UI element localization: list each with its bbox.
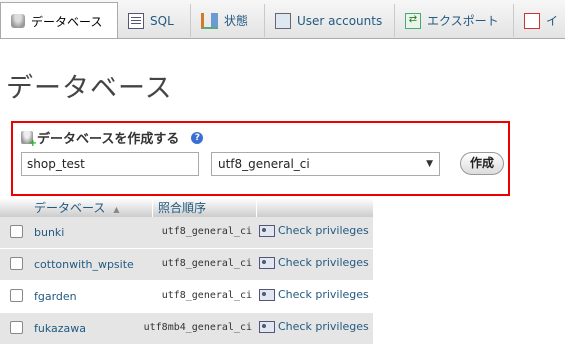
collation-value: utf8_general_ci: [161, 226, 252, 237]
header-collation[interactable]: 照合順序: [158, 199, 206, 216]
check-privileges-label: Check privileges: [278, 320, 369, 333]
sort-ascending-icon: ▲: [113, 205, 120, 214]
check-privileges-label: Check privileges: [278, 224, 369, 237]
row-checkbox[interactable]: [10, 289, 23, 302]
create-database-legend-text: データベースを作成する: [37, 132, 180, 147]
check-privileges-link[interactable]: Check privileges: [259, 256, 369, 269]
collation-selected-value: utf8_general_ci: [218, 157, 310, 171]
tab-export[interactable]: ⇄ エクスポート: [395, 4, 514, 37]
row-checkbox[interactable]: [10, 225, 23, 238]
table-row: fgarden utf8_general_ci Check privileges: [0, 281, 373, 313]
sql-icon: [128, 12, 144, 29]
check-privileges-link[interactable]: Check privileges: [259, 320, 369, 333]
database-link[interactable]: cottonwith_wpsite: [34, 258, 134, 271]
column-divider: [256, 198, 257, 217]
tab-label: エクスポート: [427, 14, 499, 28]
header-database[interactable]: データベース ▲: [34, 199, 120, 216]
privileges-icon: [259, 288, 275, 301]
table-row: cottonwith_wpsite utf8_general_ci Check …: [0, 249, 373, 281]
database-icon: [11, 14, 25, 28]
row-checkbox[interactable]: [10, 257, 23, 270]
database-name-input[interactable]: [21, 152, 199, 176]
check-privileges-label: Check privileges: [278, 288, 369, 301]
privileges-icon: [259, 224, 275, 237]
tab-label: イ: [546, 14, 559, 28]
tab-import[interactable]: イ: [514, 4, 565, 37]
row-checkbox[interactable]: [10, 321, 23, 334]
create-database-legend: データベースを作成する ?: [21, 128, 204, 149]
collation-select[interactable]: utf8_general_ci ▼: [211, 152, 440, 176]
tab-label: User accounts: [297, 13, 383, 28]
check-privileges-link[interactable]: Check privileges: [259, 224, 369, 237]
collation-value: utf8mb4_general_ci: [143, 322, 252, 333]
database-link[interactable]: fukazawa: [34, 322, 86, 335]
status-icon: [201, 12, 218, 29]
collation-value: utf8_general_ci: [161, 290, 252, 301]
new-database-icon: [21, 131, 37, 149]
tab-label: SQL: [150, 13, 174, 28]
table-row: fukazawa utf8mb4_general_ci Check privil…: [0, 313, 373, 345]
tab-label: データベース: [31, 14, 103, 29]
tab-sql[interactable]: SQL: [118, 4, 191, 37]
create-button[interactable]: 作成: [460, 152, 504, 175]
export-icon: ⇄: [405, 12, 421, 29]
tab-status[interactable]: 状態: [191, 4, 265, 37]
database-link[interactable]: bunki: [34, 226, 64, 239]
tab-label: 状態: [224, 14, 249, 28]
page-title: データベース: [6, 73, 173, 104]
collation-value: utf8_general_ci: [161, 258, 252, 269]
table-header: データベース ▲ 照合順序: [0, 198, 373, 217]
tab-databases[interactable]: データベース: [0, 2, 118, 38]
database-table: データベース ▲ 照合順序 bunki utf8_general_ci Check…: [0, 198, 373, 345]
top-tab-bar: データベース SQL 状態 User accounts ⇄ エクスポート イ: [0, 0, 565, 39]
column-divider: [152, 198, 153, 217]
dropdown-arrow-icon: ▼: [426, 159, 433, 169]
check-privileges-label: Check privileges: [278, 256, 369, 269]
user-accounts-icon: [275, 12, 291, 29]
privileges-icon: [259, 320, 275, 333]
help-icon[interactable]: ?: [191, 131, 204, 144]
import-icon: [524, 12, 540, 29]
table-row: bunki utf8_general_ci Check privileges: [0, 217, 373, 249]
database-link[interactable]: fgarden: [34, 290, 77, 303]
create-database-form: データベースを作成する ? utf8_general_ci ▼ 作成: [11, 121, 510, 196]
check-privileges-link[interactable]: Check privileges: [259, 288, 369, 301]
header-database-label: データベース: [34, 201, 106, 215]
privileges-icon: [259, 256, 275, 269]
tab-user-accounts[interactable]: User accounts: [265, 4, 395, 37]
